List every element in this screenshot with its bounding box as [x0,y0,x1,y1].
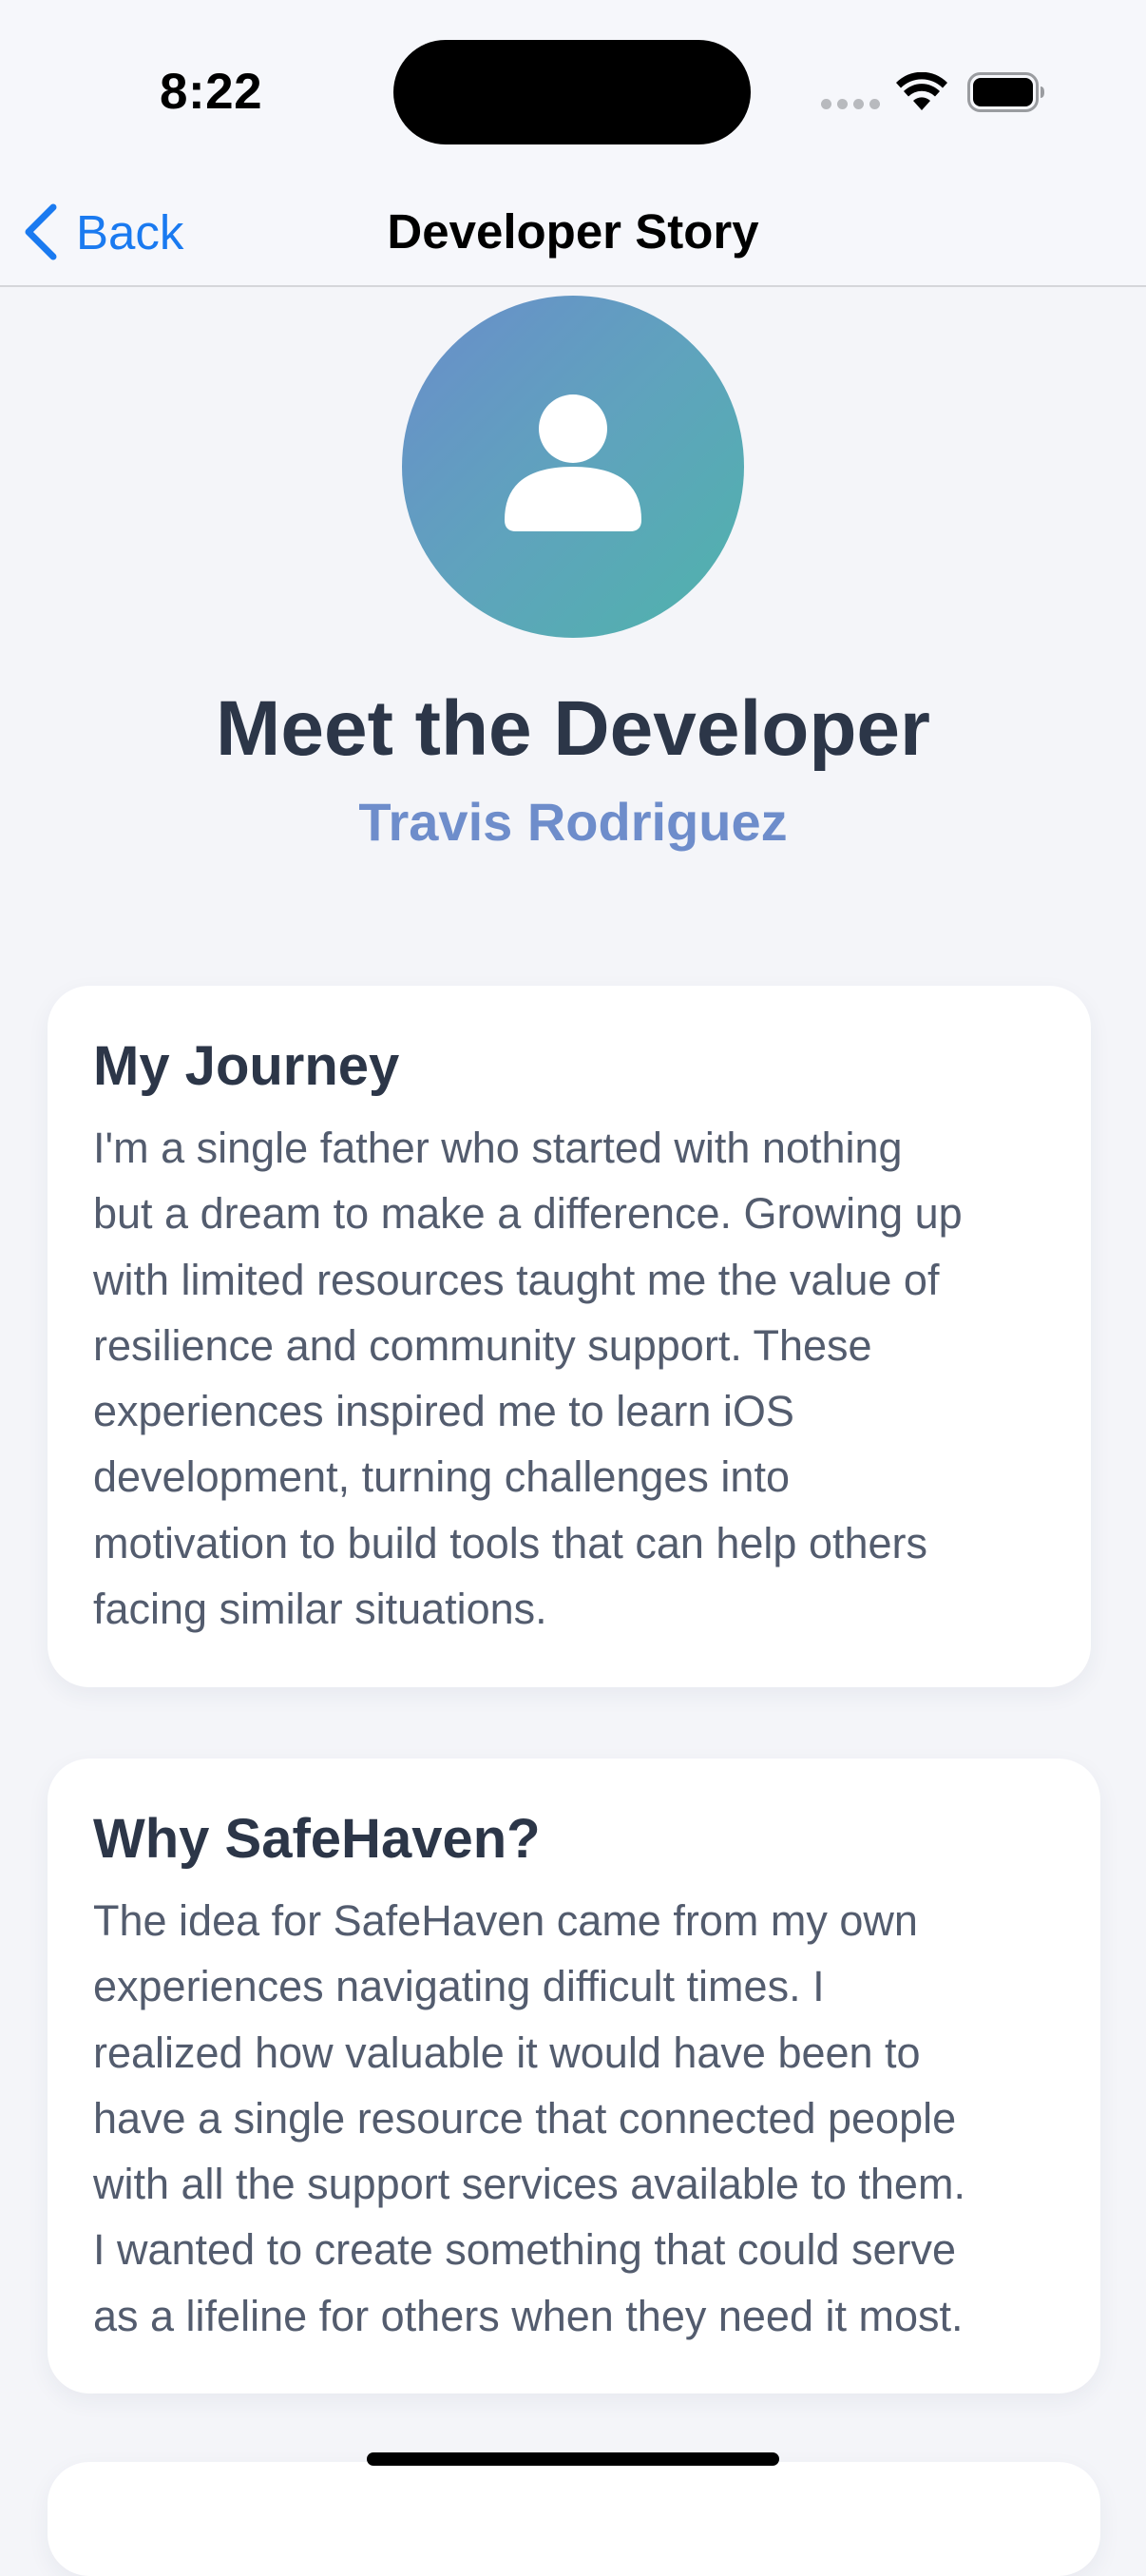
status-time: 8:22 [160,64,263,120]
developer-name: Travis Rodriguez [358,792,788,852]
card-line: I wanted to create something that could … [93,2225,957,2275]
battery-icon [967,72,1045,117]
card-line: as a lifeline for others when they need … [93,2291,964,2340]
status-bar: 8:22 [0,0,1146,181]
avatar [402,296,744,638]
cellular-signal-icon [821,99,880,109]
card-title: Why SafeHaven? [93,1808,541,1870]
card-line: resilience and community support. These [93,1320,872,1370]
dynamic-island [393,40,751,144]
why-safehaven-card: Why SafeHaven? The idea for SafeHaven ca… [48,1759,1100,2393]
chevron-left-icon [25,203,57,260]
card-line: The idea for SafeHaven came from my own [93,1896,918,1945]
card-line: with all the support services available … [93,2160,965,2209]
card-line: development, turning challenges into [93,1452,790,1502]
card-line: motivation to build tools that can help … [93,1518,928,1567]
back-button[interactable]: Back [23,194,183,270]
card-line: experiences navigating difficult times. … [93,1962,825,2011]
back-label: Back [76,204,184,260]
page-title: Meet the Developer [216,685,930,772]
wifi-icon [895,71,948,119]
home-indicator[interactable] [367,2452,779,2466]
card-line: realized how valuable it would have been… [93,2028,921,2077]
card-body: The idea for SafeHaven came from my own … [93,1888,1055,2349]
card-line: but a dream to make a difference. Growin… [93,1189,963,1239]
card-line: I'm a single father who started with not… [93,1124,903,1172]
card-body: I'm a single father who started with not… [93,1115,1045,1642]
card-line: facing similar situations. [93,1585,547,1634]
navigation-bar: Developer Story Back [0,181,1146,287]
card-line: experiences inspired me to learn iOS [93,1387,794,1436]
person-icon [505,394,641,531]
card-line: with limited resources taught me the val… [93,1255,940,1304]
card-title: My Journey [93,1035,400,1097]
journey-card: My Journey I'm a single father who start… [48,986,1091,1687]
next-card [48,2462,1100,2576]
card-line: have a single resource that connected pe… [93,2093,957,2143]
